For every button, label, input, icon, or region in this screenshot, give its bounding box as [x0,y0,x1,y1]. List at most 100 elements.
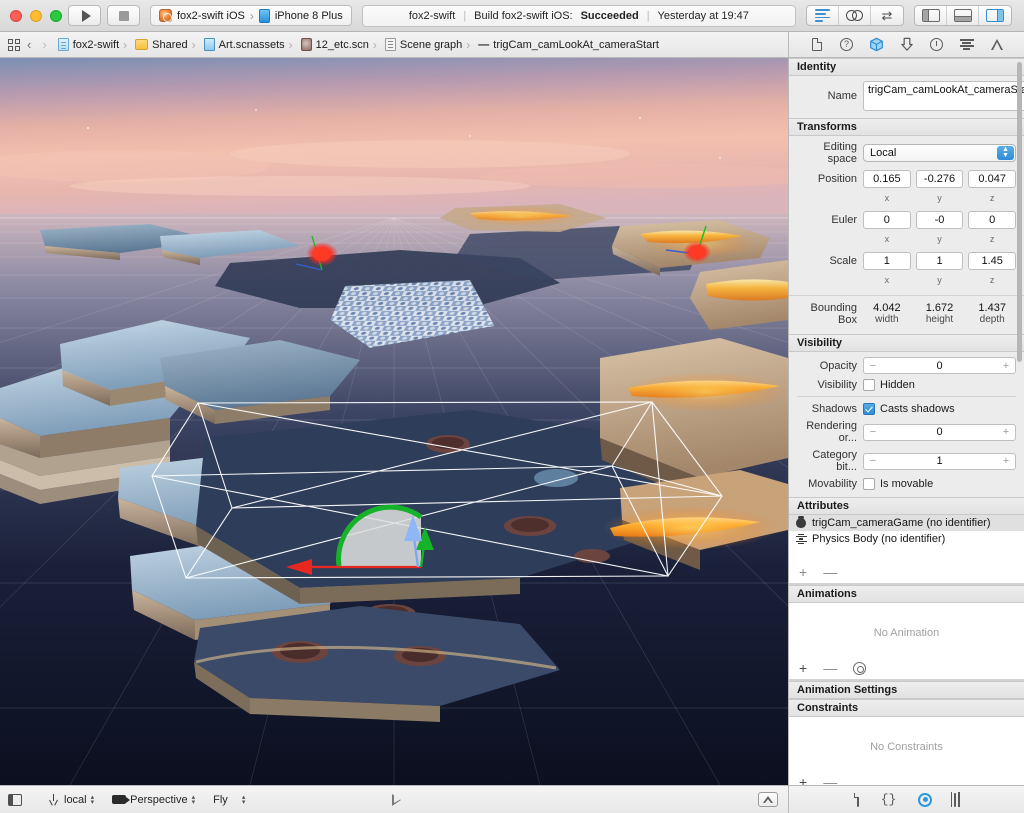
section-visibility: Visibility [789,334,1024,352]
position-x-input[interactable]: 0.165 [863,170,911,188]
breadcrumb-item-node[interactable]: — trigCam_camLookAt_cameraStart [474,39,659,51]
breadcrumb-item-folder[interactable]: Shared [131,39,187,51]
rendering-order-increment[interactable]: + [1001,426,1011,438]
position-z-input[interactable]: 0.047 [968,170,1016,188]
utilities-panel-icon [986,9,1004,22]
scheme-selector[interactable]: fox2-swift iOS › iPhone 8 Plus [150,5,352,26]
remove-attribute-button[interactable]: — [823,565,837,579]
materials-inspector-icon[interactable] [959,37,975,53]
rendering-order-decrement[interactable]: − [868,426,878,438]
play-scene-icon[interactable] [392,794,401,806]
add-attribute-button[interactable]: + [799,565,807,579]
hidden-checkbox[interactable] [863,379,875,391]
assistant-editor-icon [846,10,863,21]
list-item[interactable]: Physics Body (no identifier) [789,531,1024,547]
minimize-button[interactable] [30,10,42,22]
inspector-scroll-area[interactable]: Identity Name trigCam_camLookAt_cameraSt… [789,58,1024,785]
target-icon[interactable] [918,793,932,807]
casts-shadows-checkbox[interactable] [863,403,875,415]
hidden-checkbox-row[interactable]: Hidden [863,379,915,391]
rendering-order-value[interactable]: 0 [878,426,1001,438]
is-movable-checkbox-row[interactable]: Is movable [863,478,933,490]
bbox-width: 4.042 width [863,302,911,325]
breadcrumb-item-scene[interactable]: 12_etc.scn [297,38,369,51]
navigation-mode-control[interactable]: Fly ▴▾ [213,794,245,806]
stop-button[interactable] [107,5,140,26]
scale-x-input[interactable]: 1 [863,252,911,270]
coordinate-space-control[interactable]: local ▴▾ [48,794,94,806]
scale-y-input[interactable]: 1 [916,252,964,270]
render-mode-toggle-button[interactable] [758,792,778,807]
remove-constraint-button[interactable]: — [823,775,837,785]
opacity-decrement[interactable]: − [868,360,878,372]
attributes-list[interactable]: trigCam_cameraGame (no identifier) Physi… [789,515,1024,585]
toggle-navigator-button[interactable] [915,6,947,25]
json-braces-icon[interactable]: {} [881,793,897,806]
opacity-stepper[interactable]: − 0 + [863,357,1016,374]
camera-icon [112,795,126,804]
gear-icon[interactable] [853,662,866,675]
filmstrip-icon[interactable] [954,794,956,806]
geometry-inspector-icon[interactable] [989,37,1005,53]
activity-status-bar[interactable]: fox2-swift | Build fox2-swift iOS: Succe… [362,5,796,27]
euler-x-input[interactable]: 0 [863,211,911,229]
physics-inspector-icon[interactable] [929,37,945,53]
zoom-button[interactable] [50,10,62,22]
close-button[interactable] [10,10,22,22]
scene-graph-toggle-icon[interactable] [8,794,22,806]
standard-editor-button[interactable] [807,6,839,25]
name-input[interactable]: trigCam_camLookAt_cameraStart [863,81,1024,111]
forward-button[interactable]: › [38,37,50,52]
scene-graph-icon [385,38,396,51]
constraints-actions: + — [789,773,1024,785]
status-action: Build fox2-swift iOS: [474,10,572,22]
back-button[interactable]: ‹ [23,37,35,52]
casts-shadows-checkbox-row[interactable]: Casts shadows [863,403,955,415]
animations-list[interactable]: No Animation + — [789,603,1024,681]
window-controls [0,10,62,22]
add-animation-button[interactable]: + [799,661,807,675]
position-fields: 0.165 -0.276 0.047 [863,170,1016,188]
breadcrumb-item-project[interactable]: fox2-swift [54,38,119,51]
related-items-icon[interactable] [8,39,20,51]
euler-label: Euler [797,214,863,226]
euler-z-input[interactable]: 0 [968,211,1016,229]
quick-help-inspector-icon[interactable]: ? [839,37,855,53]
version-editor-button[interactable]: ⇄ [871,6,903,25]
editing-space-select[interactable]: Local ▲▼ [863,144,1016,162]
scale-z-input[interactable]: 1.45 [968,252,1016,270]
opacity-row: Opacity − 0 + [797,357,1016,374]
category-bitmask-increment[interactable]: + [1001,455,1011,467]
rendering-order-stepper[interactable]: − 0 + [863,424,1016,441]
node-inspector-icon[interactable] [869,37,885,53]
toggle-debug-area-button[interactable] [947,6,979,25]
attributes-inspector-icon[interactable] [899,37,915,53]
category-bitmask-decrement[interactable]: − [868,455,878,467]
category-bitmask-value[interactable]: 1 [878,455,1001,467]
remove-animation-button[interactable]: — [823,661,837,675]
run-button[interactable] [68,5,101,26]
inspector-scrollbar[interactable] [1017,62,1022,362]
axes-icon [48,794,60,806]
file-inspector-icon[interactable] [809,37,825,53]
scenekit-3d-viewport[interactable] [0,58,788,785]
category-bitmask-stepper[interactable]: − 1 + [863,453,1016,470]
assistant-editor-button[interactable] [839,6,871,25]
name-row: Name trigCam_camLookAt_cameraStart [797,81,1016,111]
opacity-increment[interactable]: + [1001,360,1011,372]
constraints-list[interactable]: No Constraints + — [789,717,1024,785]
euler-y-input[interactable]: -0 [916,211,964,229]
list-item[interactable]: trigCam_cameraGame (no identifier) [789,515,1024,531]
add-constraint-button[interactable]: + [799,775,807,785]
transforms-body: Editing space Local ▲▼ Position 0.165 -0… [789,136,1024,295]
scene-document-icon[interactable] [857,794,859,806]
position-y-input[interactable]: -0.276 [916,170,964,188]
breadcrumb-item-assets[interactable]: Art.scnassets [200,38,285,51]
camera-mode-control[interactable]: Perspective ▴▾ [112,794,195,806]
toggle-utilities-button[interactable] [979,6,1011,25]
section-animations: Animations [789,585,1024,603]
opacity-value[interactable]: 0 [878,360,1001,372]
is-movable-checkbox[interactable] [863,478,875,490]
breadcrumb-item-scene-graph[interactable]: Scene graph [381,38,462,51]
attribute-label: Physics Body (no identifier) [812,533,945,545]
